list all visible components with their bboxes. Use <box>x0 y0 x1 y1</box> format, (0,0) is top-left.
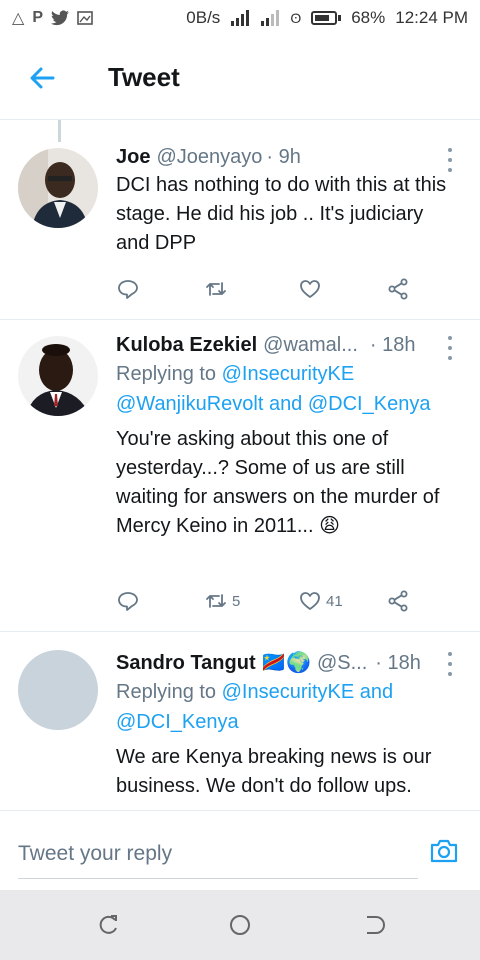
twitter-icon <box>50 10 69 26</box>
author-name[interactable]: Kuloba Ezekiel <box>116 334 257 357</box>
back-nav-button[interactable] <box>362 913 386 937</box>
avatar[interactable] <box>18 148 98 228</box>
heart-icon <box>300 592 320 610</box>
reply-icon <box>118 592 138 611</box>
replying-to: Replying to @InsecurityKE and @DCI_Kenya <box>116 677 456 737</box>
author-handle[interactable]: @S... <box>317 652 367 675</box>
avatar[interactable] <box>18 650 98 730</box>
network-speed: 0B/s <box>186 8 221 27</box>
more-options-icon[interactable] <box>440 148 460 172</box>
share-icon <box>388 590 408 612</box>
tweet-item[interactable]: Joe @Joenyayo · 9h DCI has nothing to do… <box>0 120 480 320</box>
tweet-time: · 18h <box>375 652 421 674</box>
replying-to: Replying to @InsecurityKE @WanjikuRevolt… <box>116 359 456 419</box>
reply-button[interactable] <box>116 274 140 304</box>
share-button[interactable] <box>386 274 410 304</box>
like-button[interactable]: 41 <box>298 586 343 616</box>
battery-icon <box>311 11 342 25</box>
recents-icon <box>99 915 117 934</box>
back-arrow-icon <box>30 67 55 88</box>
tweet-item[interactable]: Sandro Tangut 🇨🇩🌍 @S... · 18h Replying t… <box>0 632 480 810</box>
avatar[interactable] <box>18 336 98 416</box>
retweet-button[interactable]: 5 <box>204 586 240 616</box>
recents-button[interactable] <box>96 913 120 937</box>
tweet-thread[interactable]: Joe @Joenyayo · 9h DCI has nothing to do… <box>0 120 480 810</box>
signal-icon <box>231 10 250 26</box>
home-circle-icon <box>230 915 250 935</box>
retweet-count: 5 <box>232 592 241 610</box>
tweet-actions <box>116 274 416 304</box>
vibrate-icon: ʘ <box>290 10 302 26</box>
share-icon <box>388 278 408 300</box>
signal-2-icon <box>261 10 280 26</box>
tweet-text: DCI has nothing to do with this at this … <box>116 174 447 254</box>
image-icon <box>77 11 93 25</box>
more-options-icon[interactable] <box>440 336 460 360</box>
back-nav-icon <box>367 916 385 934</box>
tweet-time: · 9h <box>266 146 301 168</box>
more-options-icon[interactable] <box>440 652 460 676</box>
reply-composer <box>0 810 480 890</box>
author-name[interactable]: Joe <box>116 146 150 169</box>
author-handle[interactable]: @wamal... <box>263 334 358 357</box>
status-bar: △ P 0B/s ʘ 68% 12:24 PM <box>0 0 480 36</box>
like-count: 41 <box>326 592 343 610</box>
notification-icons: △ P <box>12 8 93 28</box>
retweet-button[interactable] <box>204 274 232 304</box>
share-button[interactable] <box>386 586 410 616</box>
author-name[interactable]: Sandro Tangut 🇨🇩🌍 <box>116 650 311 675</box>
tweet-text: You're asking about this one of yesterda… <box>116 428 440 537</box>
replying-to-label: Replying to <box>116 363 222 385</box>
reply-input[interactable] <box>18 829 418 879</box>
author-handle[interactable]: @Joenyayo <box>156 146 262 169</box>
heart-icon <box>300 280 320 298</box>
tweet-time: · 18h <box>369 334 416 356</box>
back-button[interactable] <box>0 36 84 120</box>
clock: 12:24 PM <box>395 8 468 27</box>
tweet-text: We are Kenya breaking news is our busine… <box>116 746 432 797</box>
like-button[interactable] <box>298 274 326 304</box>
reply-icon <box>118 280 138 299</box>
camera-button[interactable] <box>428 835 460 867</box>
warning-icon: △ <box>12 10 25 27</box>
home-button[interactable] <box>228 913 252 937</box>
page-title: Tweet <box>108 62 180 92</box>
p-app-icon: P <box>32 9 43 26</box>
retweet-icon <box>206 594 226 608</box>
tweet-actions: 5 41 <box>116 586 416 616</box>
battery-level: 68% <box>351 8 386 27</box>
reply-button[interactable] <box>116 586 140 616</box>
replying-to-label: Replying to <box>116 681 222 703</box>
camera-icon <box>430 839 458 863</box>
retweet-icon <box>206 282 226 296</box>
app-header: Tweet <box>0 36 480 120</box>
system-nav-bar <box>0 890 480 960</box>
